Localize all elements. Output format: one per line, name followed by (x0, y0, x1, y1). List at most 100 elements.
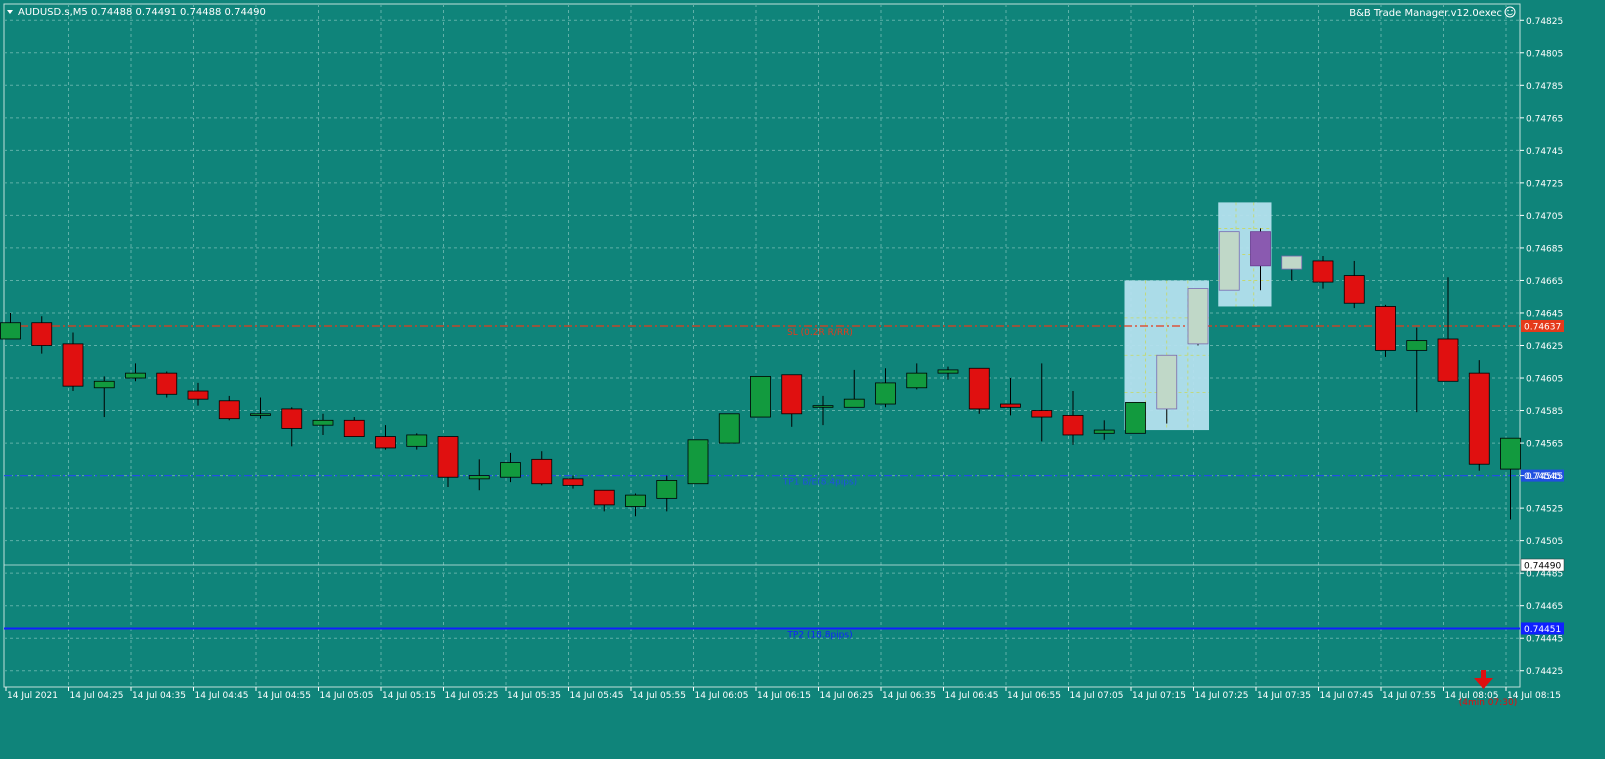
candle-body (312, 419, 334, 426)
candle-body (62, 343, 84, 387)
candle-body (718, 413, 740, 444)
x-tick-label: 14 Jul 04:55 (257, 691, 311, 701)
x-tick-label: 14 Jul 05:35 (507, 691, 561, 701)
candle-body (1406, 340, 1428, 351)
bar-countdown: (4min 07:30) (1459, 698, 1518, 708)
candle-body (1031, 410, 1053, 418)
y-tick-label: 0.74525 (1526, 505, 1563, 515)
candle-body (812, 405, 834, 408)
x-tick-label: 14 Jul 07:05 (1070, 691, 1124, 701)
y-tick-label: 0.74565 (1526, 440, 1563, 450)
candle-body (1093, 429, 1115, 434)
y-tick-label: 0.74705 (1526, 212, 1563, 222)
candle-body (1437, 338, 1459, 382)
candle[interactable] (1125, 402, 1146, 434)
candle-body (31, 322, 53, 346)
candle-body (250, 413, 271, 416)
x-tick-label: 14 Jul 05:55 (632, 691, 686, 701)
y-tick-label: 0.74605 (1526, 375, 1563, 385)
y-tick-label: 0.74625 (1526, 342, 1563, 352)
candle-body (0, 322, 21, 340)
candle-body (468, 475, 490, 480)
candle-body (406, 434, 428, 447)
y-tick-label: 0.74585 (1526, 407, 1563, 417)
y-tick-label: 0.74825 (1526, 17, 1563, 27)
x-tick-label: 14 Jul 04:25 (70, 691, 124, 701)
level-line-label: SL (0.2R R/RR) (787, 328, 853, 338)
candle-body (562, 478, 584, 486)
x-tick-label: 14 Jul 07:55 (1382, 691, 1436, 701)
candle[interactable] (687, 439, 709, 485)
candle-body (593, 489, 615, 506)
candle-body (1281, 255, 1303, 270)
candle-body (1218, 231, 1240, 291)
y-tick-label: 0.74445 (1526, 635, 1563, 645)
candle[interactable] (968, 367, 990, 414)
y-tick-label: 0.74465 (1526, 602, 1563, 612)
candle-body (1125, 402, 1146, 434)
level-price-tag-label: 0.74637 (1524, 322, 1561, 332)
candle-body (343, 419, 365, 437)
y-tick-label: 0.74665 (1526, 277, 1563, 287)
x-tick-label: 14 Jul 2021 (7, 691, 58, 701)
price-axis[interactable]: 0.74825 0.74805 0.74785 0.74765 0.74745 0.747… (1520, 17, 1563, 677)
y-tick-label: 0.74765 (1526, 114, 1563, 124)
candle-body (156, 372, 178, 395)
candle-body (843, 398, 865, 408)
candle[interactable] (1187, 288, 1209, 346)
y-tick-label: 0.74805 (1526, 49, 1563, 59)
candle[interactable] (156, 371, 178, 398)
candle-body (1250, 231, 1271, 267)
x-tick-label: 14 Jul 07:35 (1257, 691, 1311, 701)
x-tick-label: 14 Jul 06:25 (820, 691, 874, 701)
candle[interactable] (718, 413, 740, 444)
level-line-label: TP2 (18.8pips) (786, 630, 852, 640)
x-tick-label: 14 Jul 05:15 (382, 691, 436, 701)
candle-body (281, 408, 303, 429)
candle-body (750, 375, 771, 418)
candle-body (906, 372, 928, 389)
candle[interactable] (343, 417, 365, 437)
x-tick-label: 14 Jul 07:45 (1320, 691, 1374, 701)
candle-body (437, 436, 459, 478)
symbol-quote-line: AUDUSD.s,M5 0.74488 0.74491 0.74488 0.74… (18, 7, 266, 18)
price-chart[interactable]: SL (0.2R R/RR) 0.74637 TP1 B/E(8.4pips) 0.7… (0, 0, 1605, 755)
y-tick-label: 0.74425 (1526, 667, 1563, 677)
candle[interactable] (1218, 231, 1240, 291)
candle-body (875, 382, 896, 405)
candle[interactable] (1468, 360, 1490, 471)
y-tick-label: 0.74745 (1526, 147, 1563, 157)
chart-canvas[interactable]: SL (0.2R R/RR) 0.74637 TP1 B/E(8.4pips) 0.7… (0, 0, 1605, 755)
x-tick-label: 14 Jul 06:55 (1007, 691, 1061, 701)
candle-body (1312, 260, 1334, 283)
candle-body (1343, 275, 1365, 304)
candle-body (187, 390, 209, 400)
y-tick-label: 0.74725 (1526, 179, 1563, 189)
chart-background (0, 0, 1605, 755)
candle-body (1000, 403, 1021, 408)
candle-body (1187, 288, 1209, 345)
y-tick-label: 0.74785 (1526, 82, 1563, 92)
candle-body (625, 494, 646, 507)
candle-body (781, 374, 803, 415)
candle-body (1156, 354, 1178, 410)
candle-body (93, 380, 115, 389)
candle[interactable] (1375, 304, 1396, 357)
x-tick-label: 14 Jul 05:25 (445, 691, 499, 701)
x-tick-label: 14 Jul 04:45 (195, 691, 249, 701)
x-tick-label: 14 Jul 06:45 (945, 691, 999, 701)
candle-body (531, 458, 553, 485)
candle-body (968, 367, 990, 410)
candle-body (125, 372, 146, 379)
candle-body (218, 400, 240, 420)
y-tick-label: 0.74505 (1526, 537, 1563, 547)
candle-body (687, 439, 709, 485)
x-tick-label: 14 Jul 07:25 (1195, 691, 1249, 701)
indicator-name: B&B Trade Manager.v12.0exec (1349, 8, 1502, 19)
y-tick-label: 0.74645 (1526, 309, 1563, 319)
candle-body (1500, 437, 1521, 470)
candle-body (937, 369, 959, 374)
x-tick-label: 14 Jul 06:15 (757, 691, 811, 701)
candle[interactable] (750, 375, 771, 418)
candle-body (1375, 306, 1396, 351)
